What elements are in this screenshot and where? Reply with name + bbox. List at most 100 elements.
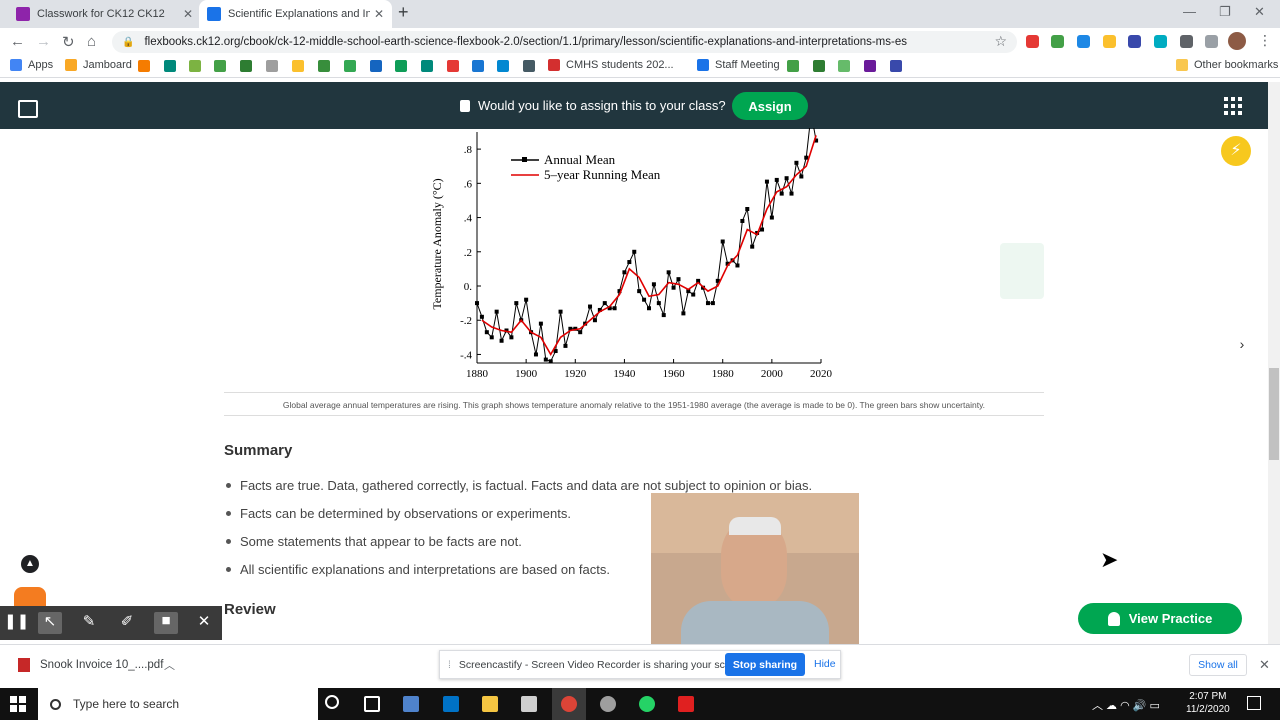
hide-button[interactable]: Hide [814, 658, 836, 670]
bookmark-icon[interactable] [164, 60, 176, 72]
new-tab-icon[interactable]: + [398, 2, 409, 23]
annual-mean-point [479, 314, 484, 319]
cursor-tool-icon[interactable]: ↖ [38, 612, 62, 634]
close-icon[interactable]: ✕ [1259, 657, 1270, 673]
cast-icon[interactable] [1205, 35, 1218, 48]
bookmark-apps[interactable]: Apps [10, 59, 53, 71]
annual-mean-point [524, 297, 529, 302]
system-tray[interactable]: ︿ ☁ ◠ 🔊 ▭ [1092, 697, 1160, 713]
screencastify-toolbar [0, 606, 222, 640]
meet-icon[interactable] [395, 60, 407, 72]
close-icon[interactable]: ✕ [374, 7, 384, 21]
annual-mean-point [558, 309, 563, 314]
reload-icon[interactable]: ↻ [62, 33, 75, 51]
x-tick-label: 1900 [515, 368, 538, 380]
close-icon[interactable]: ✕ [183, 7, 193, 21]
menu-icon[interactable]: ⋮ [1258, 32, 1272, 49]
folder-icon [1176, 59, 1188, 71]
view-practice-button[interactable]: View Practice [1078, 603, 1242, 634]
address-bar[interactable]: 🔒 flexbooks.ck12.org/cbook/ck-12-middle-… [112, 31, 1017, 53]
forward-icon[interactable]: → [36, 33, 51, 50]
cortana-icon[interactable] [325, 695, 339, 709]
notification-icon[interactable] [1247, 696, 1261, 710]
calculator-icon[interactable] [403, 696, 419, 712]
pdf-icon [18, 658, 30, 672]
app-icon[interactable] [600, 696, 616, 712]
back-icon[interactable]: ← [10, 33, 25, 50]
bookmark-star-icon[interactable]: ☆ [994, 33, 1007, 50]
bookmark-icon[interactable] [214, 60, 226, 72]
extension-icon[interactable] [1051, 35, 1064, 48]
bookmark-icon[interactable] [890, 60, 902, 72]
apps-grid-icon[interactable] [1224, 97, 1242, 115]
profile-avatar[interactable] [1228, 32, 1246, 50]
acrobat-icon[interactable] [678, 696, 694, 712]
whatsapp-icon[interactable] [639, 696, 655, 712]
extension-icon[interactable] [1128, 35, 1141, 48]
warning-icon[interactable]: ▲ [21, 555, 39, 573]
extension-icon[interactable] [1154, 35, 1167, 48]
pause-icon[interactable]: ❚❚ [4, 612, 29, 634]
bookmark-icon[interactable] [292, 60, 304, 72]
chrome-icon[interactable] [561, 696, 577, 712]
bookmark-icon[interactable] [523, 60, 535, 72]
show-all-button[interactable]: Show all [1189, 654, 1247, 676]
extension-icon[interactable] [1077, 35, 1090, 48]
scrollbar-thumb[interactable] [1269, 368, 1279, 460]
apps-grid-icon [10, 59, 22, 71]
extension-icon[interactable] [1103, 35, 1116, 48]
bookmark-icon[interactable] [497, 60, 509, 72]
close-icon[interactable]: ✕ [192, 612, 216, 634]
bookmark-icon[interactable] [240, 60, 252, 72]
chevron-up-icon[interactable]: ︿ [164, 657, 175, 673]
bookmark-icon[interactable] [189, 60, 201, 72]
task-view-icon[interactable] [364, 696, 380, 712]
youtube-icon[interactable] [447, 60, 459, 72]
bookmark-icon[interactable] [472, 60, 484, 72]
tab-classwork[interactable]: Classwork for CK12 CK12 ✕ [8, 0, 201, 28]
other-bookmarks[interactable]: Other bookmarks [1176, 59, 1278, 71]
webcam-overlay[interactable] [651, 493, 859, 649]
bookmark-icon[interactable] [370, 60, 382, 72]
bookmark-staff-meeting[interactable]: Staff Meeting [697, 59, 780, 71]
window-close-icon[interactable]: ✕ [1254, 4, 1265, 20]
bookmark-icon[interactable] [318, 60, 330, 72]
bookmark-icon[interactable] [787, 60, 799, 72]
bookmark-icon[interactable] [838, 60, 850, 72]
kahoot-icon[interactable] [864, 60, 876, 72]
file-explorer-icon[interactable] [482, 696, 498, 712]
bookmark-icon[interactable] [138, 60, 150, 72]
url-text: flexbooks.ck12.org/cbook/ck-12-middle-sc… [144, 36, 907, 48]
taskbar-search[interactable]: Type here to search [38, 688, 318, 720]
store-icon[interactable] [521, 696, 537, 712]
tab-lesson[interactable]: Scientific Explanations and Interp ✕ [199, 0, 392, 28]
minimize-icon[interactable]: — [1183, 4, 1196, 19]
taskbar-clock[interactable]: 2:07 PM 11/2/2020 [1186, 690, 1230, 716]
drag-handle-icon[interactable]: ⁞ [448, 659, 451, 671]
extension-icon[interactable] [1026, 35, 1039, 48]
maximize-icon[interactable]: ❐ [1219, 4, 1231, 20]
home-icon[interactable]: ⌂ [87, 33, 96, 50]
bookmark-cmhs[interactable]: CMHS students 202... [548, 59, 674, 71]
assign-button[interactable]: Assign [732, 92, 808, 120]
bookmark-jamboard[interactable]: Jamboard [65, 59, 132, 71]
library-icon[interactable] [18, 100, 38, 118]
chevron-right-icon[interactable]: › [1228, 336, 1256, 358]
outlook-icon[interactable] [443, 696, 459, 712]
bookmark-icon[interactable] [421, 60, 433, 72]
page-scrollbar[interactable] [1268, 82, 1280, 644]
bookmark-icon[interactable] [266, 60, 278, 72]
lightbulb-icon [1107, 611, 1120, 626]
pen-icon[interactable]: ✎ [77, 612, 101, 634]
camera-icon[interactable]: ■ [154, 612, 178, 634]
download-item[interactable]: Snook Invoice 10_....pdf [18, 658, 163, 672]
lightning-icon[interactable]: ⚡ [1221, 136, 1251, 166]
windows-start-icon[interactable] [10, 696, 26, 712]
stop-sharing-button[interactable]: Stop sharing [725, 653, 805, 676]
eraser-icon[interactable]: ✐ [115, 612, 139, 634]
annual-mean-point [661, 313, 666, 318]
notes-widget[interactable] [1000, 243, 1044, 299]
bookmark-icon[interactable] [813, 60, 825, 72]
drive-icon[interactable] [344, 60, 356, 72]
puzzle-icon[interactable] [1180, 35, 1193, 48]
